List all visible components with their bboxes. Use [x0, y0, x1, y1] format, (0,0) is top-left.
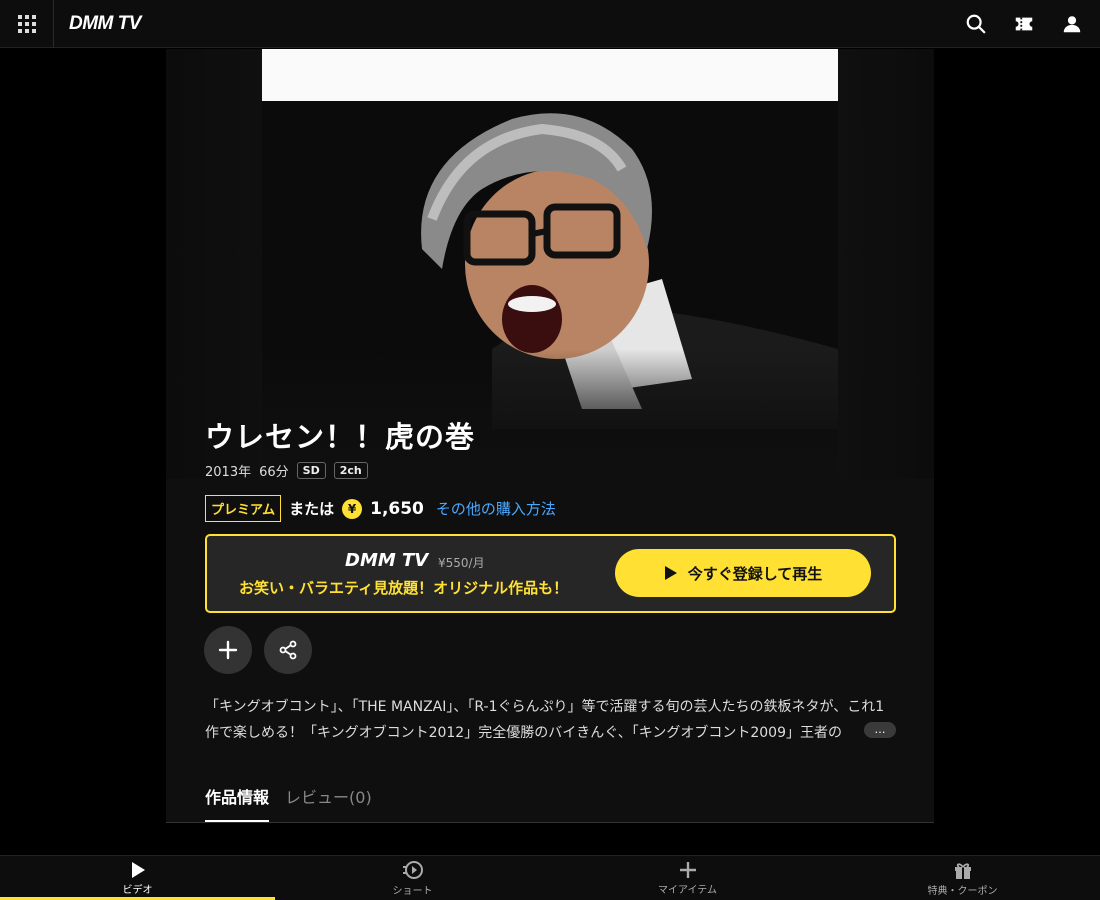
subscription-promo: DMM TV ¥550/月 お笑い・バラエティ見放題！オリジナル作品も！ 今すぐ… [205, 534, 896, 613]
dmm-tv-logo[interactable]: DMM TV [69, 13, 141, 35]
add-to-mylist-button[interactable] [204, 626, 252, 674]
audio-badge: 2ch [333, 462, 368, 479]
play-icon [131, 861, 145, 878]
nav-my-items[interactable]: マイアイテム [550, 856, 825, 900]
expand-description-button[interactable]: … [864, 722, 896, 738]
promo-tagline: お笑い・バラエティ見放題！オリジナル作品も！ [239, 579, 569, 597]
nav-my-items-label: マイアイテム [658, 884, 717, 896]
short-play-icon [402, 860, 423, 879]
plus-icon [218, 640, 238, 660]
plus-icon [679, 861, 696, 878]
duration: 66分 [259, 465, 289, 480]
content-description: 「キングオブコント」、「THE MANZAI」、「R-1ぐらんぷり」等で活躍する… [205, 699, 885, 741]
coin-icon: ¥ [342, 498, 363, 519]
tab-work-info[interactable]: 作品情報 [205, 784, 270, 823]
content-title: ウレセン！！虎の巻 [205, 420, 476, 454]
tab-reviews[interactable]: レビュー(0) [285, 784, 372, 823]
bottom-navigation: ビデオ ショート マイアイテム 特典・クーポン [0, 855, 1100, 900]
more-icon: … [874, 723, 886, 736]
nav-rewards-coupons[interactable]: 特典・クーポン [825, 856, 1100, 900]
promo-monthly-price: ¥550/月 [438, 556, 485, 570]
account-button[interactable] [1052, 4, 1092, 44]
user-icon [1063, 15, 1081, 32]
promo-logo: DMM TV [345, 550, 429, 571]
purchase-price: 1,650 [370, 498, 424, 519]
premium-badge: プレミアム [205, 495, 282, 522]
or-label: または [289, 500, 335, 518]
detail-tabs: 作品情報 レビュー(0) [205, 784, 372, 823]
gift-icon [954, 862, 971, 879]
nav-short-label: ショート [392, 885, 433, 897]
subscribe-button-label: 今すぐ登録して再生 [687, 564, 823, 583]
menu-grid-button[interactable] [0, 0, 54, 48]
search-button[interactable] [956, 4, 996, 44]
menu-grid-icon [17, 14, 36, 33]
nav-rewards-label: 特典・クーポン [927, 885, 998, 897]
subscribe-and-play-button[interactable]: 今すぐ登録して再生 [615, 549, 871, 597]
price-row: プレミアム または ¥ 1,650 その他の購入方法 [205, 495, 556, 522]
quality-badge: SD [296, 462, 326, 479]
ticket-icon [1015, 17, 1033, 30]
release-year: 2013年 [205, 465, 252, 480]
top-bar: DMM TV [0, 0, 1100, 48]
share-icon [279, 640, 297, 660]
nav-video[interactable]: ビデオ [0, 856, 275, 900]
ticket-button[interactable] [1004, 4, 1044, 44]
share-button[interactable] [264, 626, 312, 674]
nav-video-label: ビデオ [122, 884, 153, 896]
content-meta: 2013年 66分 SD 2ch [205, 461, 368, 480]
other-purchase-methods-link[interactable]: その他の購入方法 [436, 498, 556, 519]
nav-short[interactable]: ショート [275, 856, 550, 900]
play-icon [664, 566, 677, 580]
search-icon [966, 14, 986, 33]
